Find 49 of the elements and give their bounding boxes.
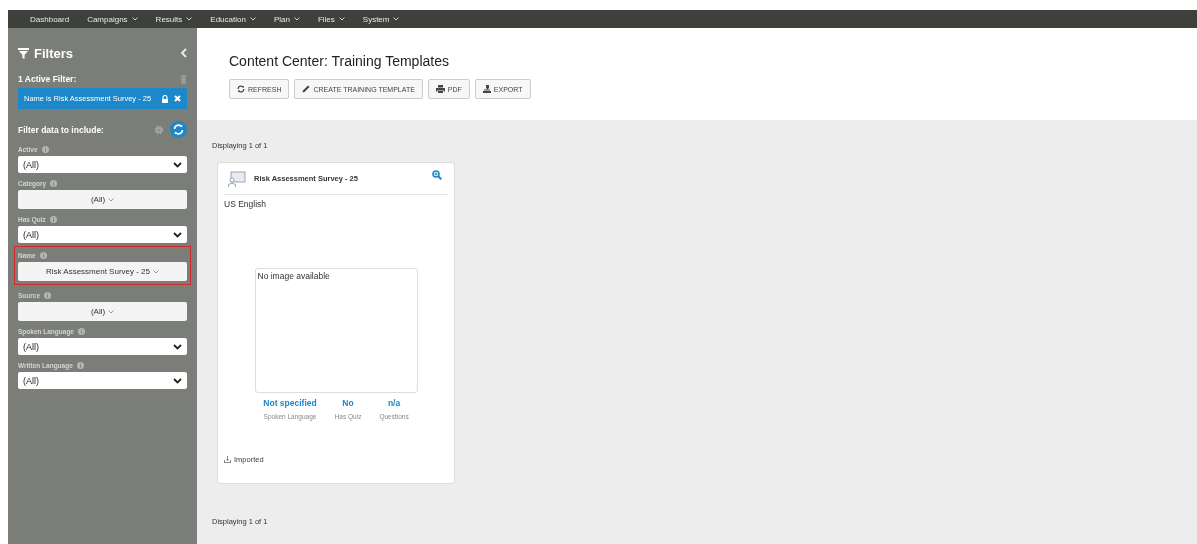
caret-icon [153,269,159,274]
nav-menu-item[interactable]: Campaigns [87,14,138,24]
dropdown-button[interactable]: Risk Assessment Survey - 25 [18,262,187,281]
nav-menu-item[interactable]: System [362,14,400,24]
info-icon [50,179,58,187]
info-icon [44,291,52,299]
info-icon [49,215,57,223]
chevron-down-icon [173,343,182,350]
close-icon[interactable] [174,95,181,102]
refresh-icon[interactable] [170,121,187,138]
presentation-icon [228,170,246,187]
caret-icon [108,309,115,314]
info-icon [41,145,49,153]
stat-value: n/a [387,398,401,408]
chevron-down-icon [173,161,182,168]
dropdown-button[interactable]: (All) [18,302,187,321]
page-title: Content Center: Training Templates [229,52,450,69]
select-field[interactable]: (All) [18,338,187,355]
pencil-icon [302,85,311,93]
nav-menu-item[interactable]: Education [210,14,256,24]
nav-menu-item[interactable]: Results [155,14,193,24]
select-field[interactable]: (All) [18,226,187,243]
nav-menu-item[interactable]: Dashboard [30,14,70,24]
info-icon [76,361,84,369]
nav-menu-item[interactable]: Plan [273,14,300,24]
info-icon [39,251,47,259]
info-icon [78,327,85,335]
funnel-icon [18,47,29,59]
caret-icon [108,197,115,202]
card-language: US English [224,199,268,209]
refresh-icon [237,85,245,93]
zoom-in-icon[interactable] [432,170,442,180]
no-image-text: No image available [257,271,330,281]
collapse-icon[interactable] [181,48,187,58]
select-field[interactable]: (All) [18,156,187,173]
stat-value: No [342,398,354,408]
chevron-down-icon [173,377,182,384]
stat-value: Not specified [263,398,317,408]
export-icon [482,85,491,93]
sidebar-title: Filters [34,45,73,61]
select-field[interactable]: (All) [18,372,187,389]
chevron-down-icon [173,231,182,238]
include-label: Filter data to include: [18,124,104,135]
active-filter-count: 1 Active Filter: [18,74,77,84]
dropdown-button[interactable]: (All) [18,190,187,209]
lock-icon[interactable] [161,94,169,103]
import-icon [224,456,231,463]
printer-icon [435,85,445,93]
nav-menu-item[interactable]: Files [317,14,345,24]
